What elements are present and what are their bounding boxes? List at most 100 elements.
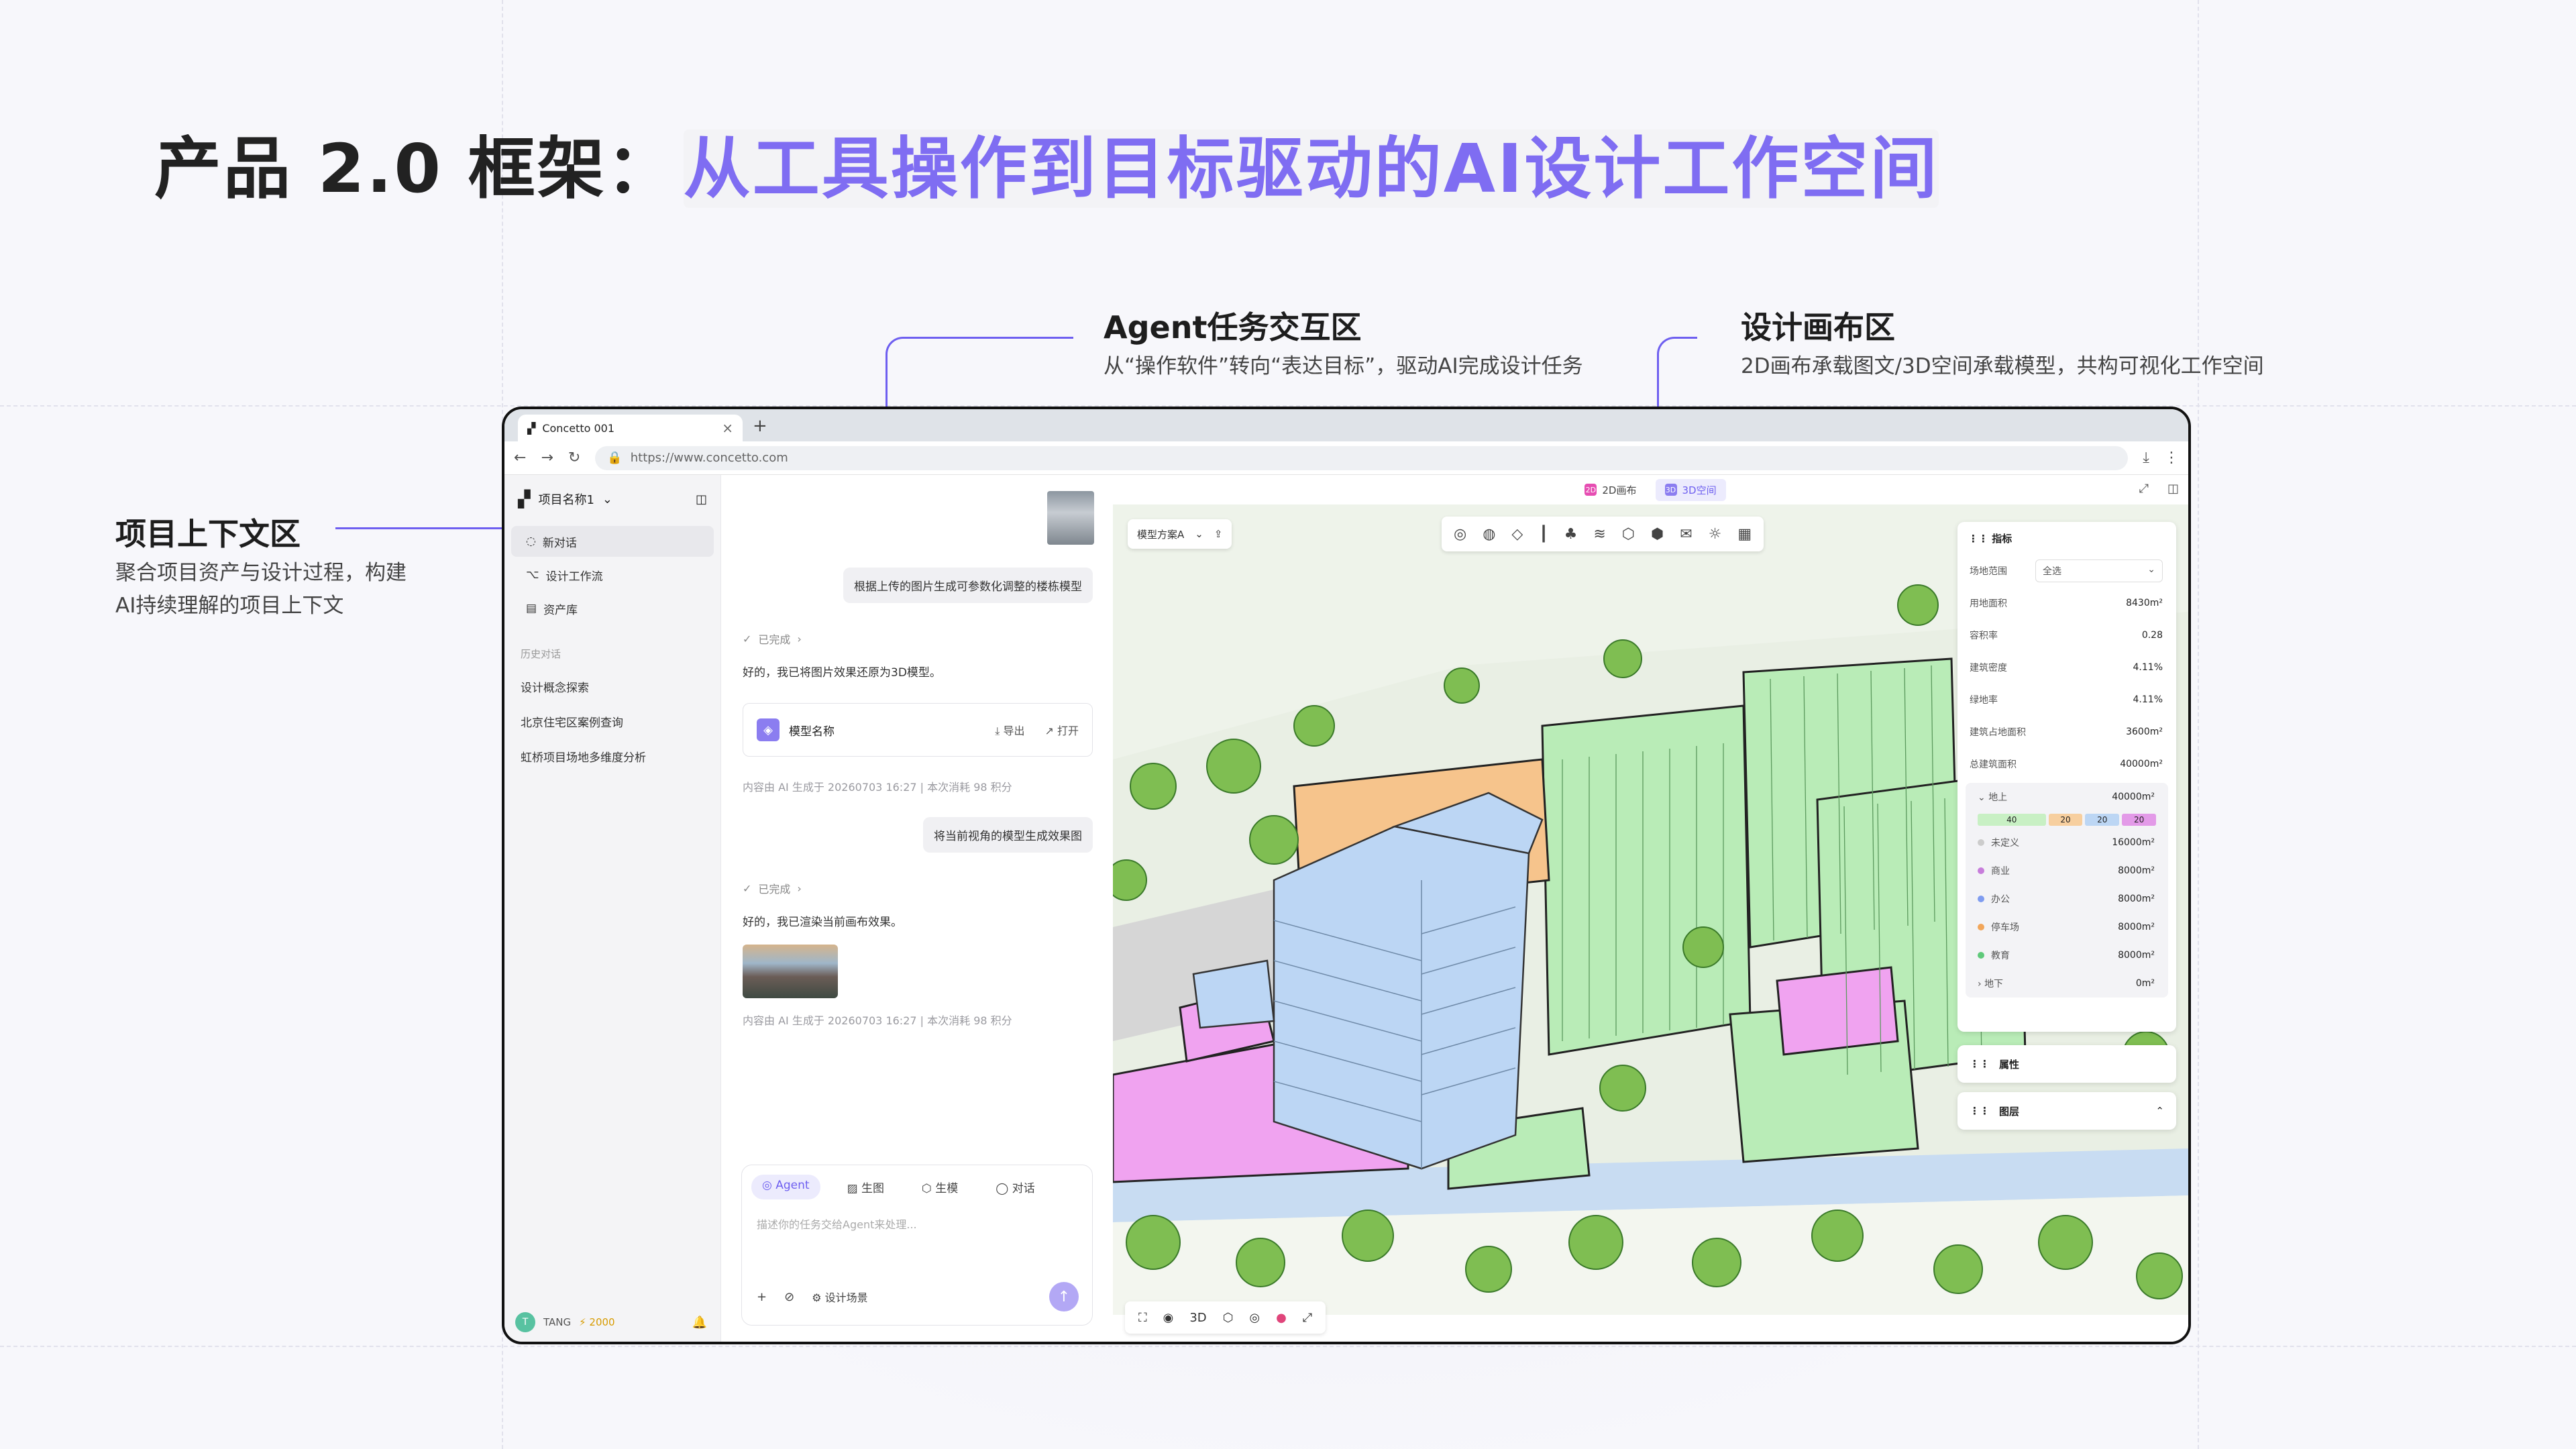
terrain-tool-icon[interactable]: ≋ [1593,526,1605,543]
add-icon[interactable]: + [757,1290,767,1304]
properties-panel[interactable]: ⋮⋮ 属性 [1957,1045,2176,1083]
browser-tabbar: ▞ Concetto 001 × + [504,409,2188,441]
ai-meta: 内容由 AI 生成于 20260703 16:27 | 本次消耗 98 积分 [743,1014,1012,1027]
browser-tab[interactable]: ▞ Concetto 001 × [518,415,743,441]
fit-view-icon[interactable]: ⛶ [1138,1311,1147,1325]
3d-scene[interactable]: 模型方案A ⌄ ⇪ ◎ ◍ ◇ ┃ ♣ ≋ ⬡ ⬢ ✉ ☼ ▦ ⋮⋮ 指标 场地范围 全选 ⌄ 用地面积 84… [1113,504,2188,1342]
cube-view-icon[interactable]: ⬡ [1223,1311,1234,1325]
site-range-select[interactable]: 全选 ⌄ [2035,559,2163,582]
logo-icon: ▞ [518,490,531,508]
chevron-right-icon: › [797,881,802,895]
lasso-tool-icon[interactable]: ◍ [1483,526,1495,543]
orbit-icon[interactable]: ◎ [1249,1311,1260,1325]
metric-row: 总建筑面积 40000m² [1970,759,2163,770]
agent-chat-panel: 根据上传的图片生成可参数化调整的楼栋模型 ✓ 已完成 › 好的，我已将图片效果还原为… [721,475,1113,1342]
metrics-panel: ⋮⋮ 指标 场地范围 全选 ⌄ 用地面积 8430m² 容积率 0.28 建筑密度 4.1… [1957,522,2176,1032]
use-row: 停车场 8000m² [1966,913,2168,941]
above-ground-row[interactable]: ⌄ 地上 40000m² [1966,783,2168,811]
fullscreen-icon[interactable]: ⤢ [1303,1311,1312,1325]
mode-agent[interactable]: ◎ Agent [751,1175,820,1199]
view-mode-label[interactable]: 3D [1189,1311,1206,1325]
comment-tool-icon[interactable]: ✉ [1680,526,1692,543]
browser-menu-icon[interactable]: ⋮ [2164,449,2179,466]
camera-icon[interactable]: ◉ [1163,1311,1174,1325]
3d-toolbar: ◎ ◍ ◇ ┃ ♣ ≋ ⬡ ⬢ ✉ ☼ ▦ [1442,517,1764,551]
open-button[interactable]: ↗ 打开 [1044,722,1079,738]
export-button[interactable]: ⤓ 导出 [995,722,1024,738]
scheme-selector[interactable]: 模型方案A ⌄ ⇪ [1128,519,1232,549]
mode-tabs: ◎ Agent ▨ 生图 ⬡ 生模 ◯ 对话 [742,1165,1092,1209]
chevron-up-icon[interactable]: ⌃ [2155,1105,2164,1117]
history-section-label: 历史对话 [521,648,561,660]
scheme-name: 模型方案A [1137,528,1185,541]
mic-icon[interactable]: ● [1276,1311,1287,1325]
layers-tool-icon[interactable]: ▦ [1737,526,1752,543]
collapse-sidebar-icon[interactable]: ◫ [696,492,707,506]
box-tool-icon[interactable]: ⬡ [1622,526,1635,543]
canvas-2d-icon: 2D [1585,484,1597,496]
tab-2d-canvas[interactable]: 2D 2D画布 [1575,479,1646,501]
history-item[interactable]: 北京住宅区案例查询 [504,704,720,739]
expand-icon[interactable]: ⤢ [2139,482,2149,496]
plane-tool-icon[interactable]: ◇ [1511,526,1523,543]
library-icon: ▤ [526,602,537,615]
tree-tool-icon[interactable]: ♣ [1564,526,1578,543]
share-icon[interactable]: ⇪ [1214,528,1223,540]
task-input[interactable]: 描述你的任务交给Agent来处理... [742,1209,1092,1238]
canvas-annotation-desc: 2D画布承载图文/3D空间承载模型，共构可视化工作空间 [1741,354,2264,378]
project-header[interactable]: ▞ 项目名称1 ⌄ ◫ [504,475,720,523]
drag-handle-icon: ⋮⋮ [1970,1105,1990,1117]
light-tool-icon[interactable]: ☼ [1709,526,1722,543]
use-row: 教育 8000m² [1966,941,2168,969]
agent-reply: 好的，我已将图片效果还原为3D模型。 [743,666,941,680]
download-icon[interactable]: ⤓ [2143,449,2149,466]
rendered-image-thumbnail[interactable] [743,945,838,998]
tab-title: Concetto 001 [542,421,615,435]
mass-tool-icon[interactable]: ⬢ [1651,526,1664,543]
sidebar-item-new-chat[interactable]: ◌ 新对话 [511,526,714,557]
panel-toggle-icon[interactable]: ◫ [2167,482,2179,496]
mode-image[interactable]: ▨ 生图 [837,1175,895,1199]
lock-icon: 🔒 [607,451,623,465]
bell-icon[interactable]: 🔔 [692,1316,707,1330]
site-range-row: 场地范围 全选 ⌄ [1957,555,2176,587]
sidebar-item-workflow[interactable]: ⌥ 设计工作流 [511,559,714,590]
avatar[interactable]: T [515,1312,535,1332]
attach-icon[interactable]: ⊘ [784,1290,794,1304]
agent-annotation-title: Agent任务交互区 [1104,309,1362,345]
agent-annotation-desc: 从“操作软件”转向“表达目标”，驱动AI完成设计任务 [1104,354,1583,378]
back-icon[interactable]: ← [514,449,526,466]
url-field[interactable]: 🔒 https://www.concetto.com [595,445,2129,470]
cube-icon: ◈ [757,718,780,741]
metric-row: 绿地率 4.11% [1970,694,2163,706]
new-tab-icon[interactable]: + [753,416,767,436]
column-tool-icon[interactable]: ┃ [1539,526,1548,543]
chat-composer: ◎ Agent ▨ 生图 ⬡ 生模 ◯ 对话 描述你的任务交给Agent来处理.… [741,1165,1093,1326]
chevron-down-icon: ⌄ [1978,792,1986,803]
send-button[interactable]: ↑ [1049,1282,1079,1311]
uploaded-image-thumbnail[interactable] [1047,491,1094,545]
forward-icon[interactable]: → [541,449,553,466]
drag-handle-icon[interactable]: ⋮⋮ [1968,533,1988,545]
model-card[interactable]: ◈ 模型名称 ⤓ 导出 ↗ 打开 [743,703,1093,757]
use-bar-segment: 20 [2122,814,2156,826]
design-scene-button[interactable]: ⚙ 设计场景 [812,1289,867,1305]
canvas-annotation-title: 设计画布区 [1741,309,1895,345]
history-item[interactable]: 设计概念探索 [504,669,720,704]
task-status[interactable]: ✓ 已完成 › [743,631,802,647]
sidebar-item-library[interactable]: ▤ 资产库 [511,593,714,624]
close-tab-icon[interactable]: × [722,420,733,436]
below-ground-row[interactable]: › 地下 0m² [1966,969,2168,998]
reload-icon[interactable]: ↻ [568,449,580,466]
tab-3d-space[interactable]: 3D 3D空间 [1655,478,1726,501]
select-tool-icon[interactable]: ◎ [1454,526,1466,543]
history-item[interactable]: 虹桥项目场地多维度分析 [504,739,720,773]
layers-panel[interactable]: ⋮⋮ 图层 ⌃ [1957,1092,2176,1130]
task-status[interactable]: ✓ 已完成 › [743,880,802,896]
user-name: TANG [543,1316,572,1328]
user-message: 将当前视角的模型生成效果图 [923,817,1093,853]
metric-row: 建筑占地面积 3600m² [1970,727,2163,738]
mode-model[interactable]: ⬡ 生模 [911,1175,969,1199]
mode-dialog[interactable]: ◯ 对话 [985,1175,1045,1199]
address-bar: ← → ↻ 🔒 https://www.concetto.com ⤓ ⋮ [504,441,2188,475]
